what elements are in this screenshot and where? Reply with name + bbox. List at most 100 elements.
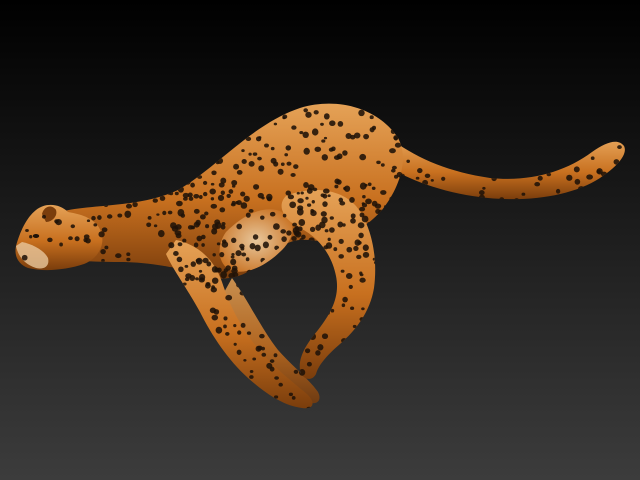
fur-spot <box>273 122 278 126</box>
fur-spot <box>198 269 203 273</box>
fur-spot <box>304 348 311 354</box>
fur-spot <box>54 219 59 224</box>
fur-spot <box>240 191 246 197</box>
fur-spot <box>264 143 269 148</box>
fur-spot <box>233 342 237 346</box>
fur-spot <box>359 277 366 283</box>
fur-spot <box>104 245 109 250</box>
fur-spot <box>289 201 297 209</box>
fur-spot <box>323 188 330 194</box>
fur-spot <box>266 362 273 369</box>
fur-spot <box>362 195 366 199</box>
fur-spot <box>537 175 543 181</box>
fur-spot <box>248 209 254 213</box>
fur-spot <box>311 128 319 136</box>
fur-spot <box>215 326 223 334</box>
fur-spot <box>233 163 240 170</box>
fur-spot <box>235 250 242 257</box>
fur-spot <box>358 109 365 117</box>
fur-spot <box>203 191 208 197</box>
fur-spot <box>339 201 346 206</box>
fur-spot <box>175 224 182 230</box>
fur-spot <box>310 209 315 213</box>
fur-spot <box>376 160 381 165</box>
fur-spot <box>162 210 167 216</box>
fur-spot <box>389 148 396 154</box>
fur-spot <box>231 184 236 188</box>
fur-spot <box>147 215 152 220</box>
fur-spot <box>302 131 309 138</box>
fur-spot <box>300 191 304 195</box>
fur-spot <box>596 169 601 174</box>
fur-spot <box>202 257 209 264</box>
fur-spot <box>209 307 217 314</box>
fur-spot <box>286 230 292 236</box>
fur-spot <box>243 195 250 202</box>
fur-spot <box>252 234 259 240</box>
fur-spot <box>566 174 573 181</box>
fur-spot <box>415 176 420 180</box>
fur-spot <box>152 198 158 203</box>
fur-spot <box>324 229 329 233</box>
fur-spot <box>212 253 216 257</box>
fur-spot <box>93 223 98 227</box>
fur-spot <box>406 159 411 164</box>
fur-spot <box>241 159 247 164</box>
fur-spot <box>270 157 277 164</box>
fur-spot <box>521 192 526 196</box>
fur-spot <box>321 139 326 143</box>
fur-spot <box>231 237 237 244</box>
fur-spot <box>100 248 106 255</box>
fur-spot <box>337 121 344 127</box>
fur-spot <box>359 153 367 161</box>
fur-spot <box>303 147 310 155</box>
fur-spot <box>202 180 208 185</box>
fur-spot <box>291 235 297 242</box>
fur-spot <box>230 258 237 266</box>
fur-spot <box>240 202 248 209</box>
fur-spot <box>354 239 361 246</box>
fur-spot <box>306 203 312 207</box>
fur-spot <box>195 219 201 226</box>
fur-spot <box>225 294 233 301</box>
fur-spot <box>101 227 108 233</box>
fur-spot <box>369 115 374 120</box>
fur-spot <box>236 223 243 230</box>
fur-spot <box>249 370 254 373</box>
fur-spot <box>291 125 297 130</box>
fur-spot <box>342 223 346 227</box>
fur-spot <box>184 264 189 268</box>
fur-spot <box>178 266 184 273</box>
fur-spot <box>176 200 183 207</box>
fur-spot <box>221 241 229 248</box>
fur-spot <box>361 215 369 223</box>
fur-spot <box>168 242 175 249</box>
fur-spot <box>126 257 131 262</box>
fur-spot <box>321 154 328 161</box>
fur-spot <box>205 283 211 289</box>
fur-spot <box>280 162 285 166</box>
fur-spot <box>231 200 236 206</box>
fur-spot <box>299 131 304 135</box>
fur-spot <box>91 215 96 221</box>
fur-spot <box>184 277 190 282</box>
fur-spot <box>254 244 261 252</box>
fur-spot <box>338 238 344 244</box>
fur-spot <box>200 234 206 240</box>
fur-spot <box>441 176 446 181</box>
fur-spot <box>329 216 334 220</box>
fur-spot <box>313 110 319 115</box>
fur-spot <box>417 168 423 174</box>
fur-spot <box>219 207 226 213</box>
fur-spot <box>380 163 385 167</box>
fur-spot <box>334 184 339 189</box>
fur-spot <box>74 236 80 242</box>
fur-spot <box>344 185 351 192</box>
fur-spot <box>329 227 335 233</box>
fur-spot <box>193 194 200 199</box>
fur-spot <box>349 196 355 203</box>
fur-spot <box>223 316 228 321</box>
fur-spot <box>270 146 275 151</box>
fur-spot <box>248 161 255 167</box>
fur-spot <box>68 236 73 241</box>
